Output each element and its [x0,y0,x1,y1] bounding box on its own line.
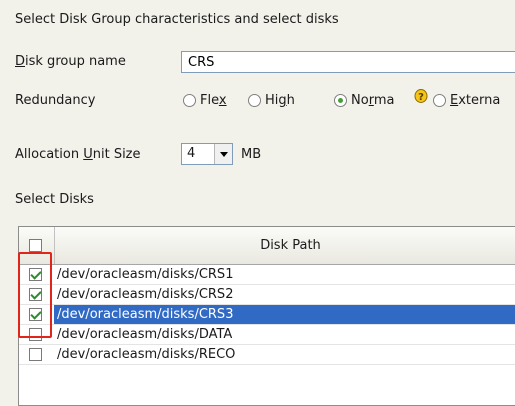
allocation-unit-label: MB [241,147,262,162]
disk-path-column-header[interactable]: Disk Path [54,227,515,264]
radio-label: High [265,93,295,108]
redundancy-normal-radio[interactable]: Norma [334,93,394,108]
radio-label: Externa [450,93,501,108]
redundancy-flex-radio[interactable]: Flex [183,93,227,108]
disk-table: Disk Path /dev/oracleasm/disks/CRS1 /dev… [18,226,515,406]
chevron-down-icon[interactable] [214,144,232,164]
table-row[interactable]: /dev/oracleasm/disks/CRS2 [19,285,515,305]
radio-button[interactable] [433,94,446,107]
radio-button[interactable] [248,94,261,107]
table-row[interactable]: /dev/oracleasm/disks/CRS1 [19,265,515,285]
disk-path: /dev/oracleasm/disks/CRS3 [54,305,515,324]
table-row[interactable]: /dev/oracleasm/disks/RECO [19,345,515,365]
select-disks-label: Select Disks [15,192,94,207]
annotation-highlight-box [18,252,52,338]
radio-label: Norma [351,93,395,108]
radio-label: Flex [200,93,227,108]
select-all-checkbox[interactable] [29,239,42,252]
table-row[interactable]: /dev/oracleasm/disks/DATA [19,325,515,345]
table-row[interactable]: /dev/oracleasm/disks/CRS3 [19,305,515,325]
column-title: Disk Path [260,238,321,253]
select-value: 4 [187,146,196,161]
redundancy-high-radio[interactable]: High [248,93,295,108]
svg-text:?: ? [418,92,424,103]
redundancy-external-radio[interactable]: Externa [433,93,500,108]
page-instruction: Select Disk Group characteristics and se… [15,12,339,27]
disk-group-name-input[interactable] [181,51,515,73]
radio-button[interactable] [334,94,347,107]
disk-group-name-label: Disk group name [15,54,126,69]
radio-button[interactable] [183,94,196,107]
disk-path: /dev/oracleasm/disks/CRS1 [57,267,234,282]
row-checkbox[interactable] [29,348,42,361]
allocation-unit-size-select[interactable]: 4 [181,143,233,165]
redundancy-label: Redundancy [15,93,96,108]
table-header: Disk Path [19,227,515,265]
disk-path: /dev/oracleasm/disks/RECO [57,347,236,362]
disk-path: /dev/oracleasm/disks/DATA [57,327,233,342]
disk-path: /dev/oracleasm/disks/CRS2 [57,287,234,302]
help-icon[interactable]: ? [414,89,428,105]
allocation-unit-size-label: Allocation Unit Size [15,147,141,162]
